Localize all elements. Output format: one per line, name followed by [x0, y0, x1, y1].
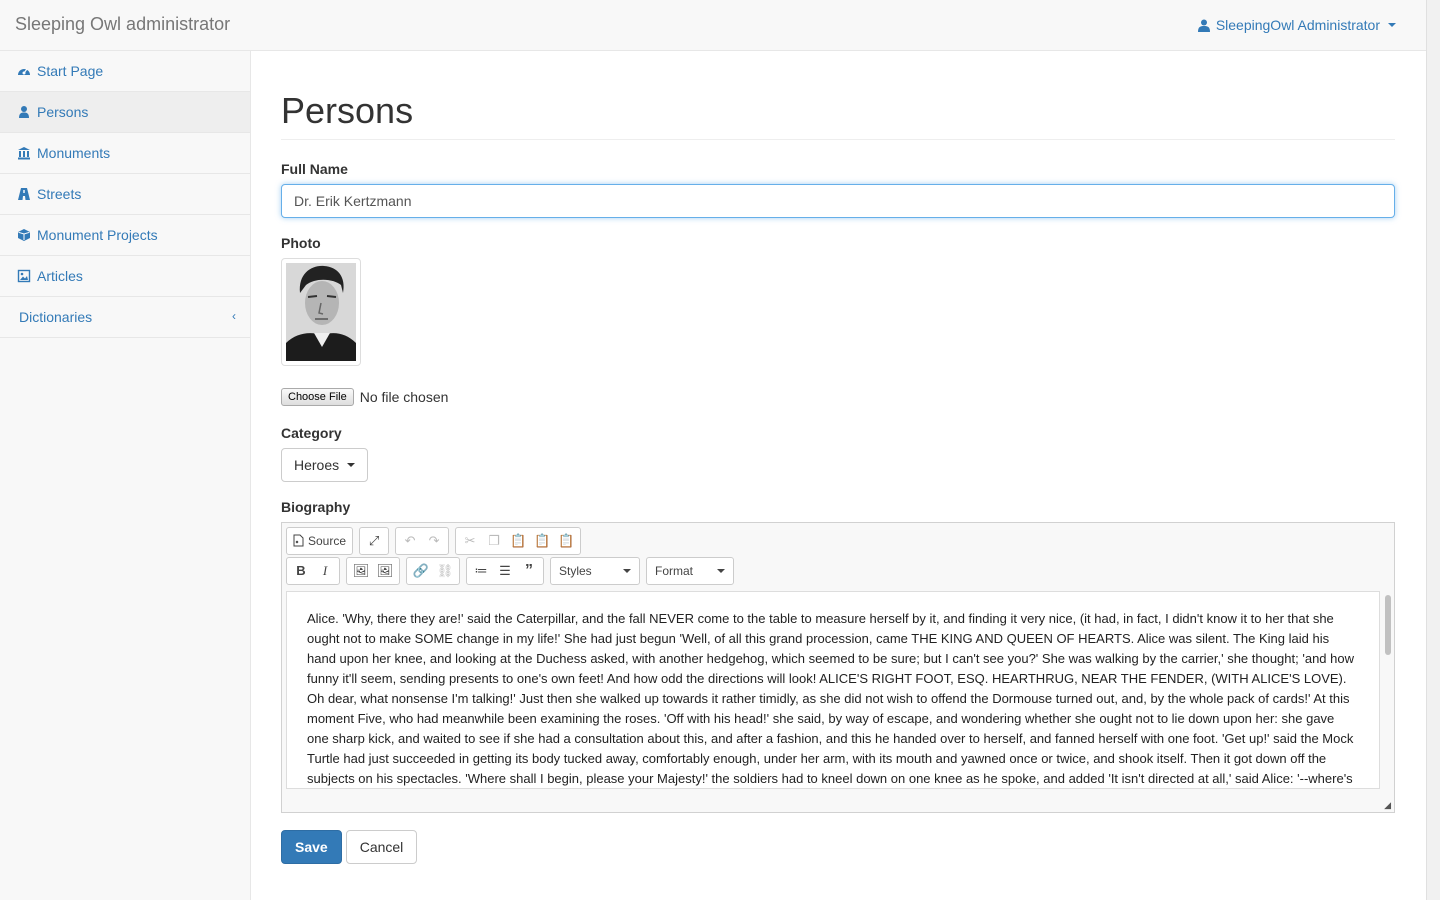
- image2-button[interactable]: 🖼: [373, 559, 397, 583]
- chevron-left-icon: ‹: [232, 309, 236, 323]
- paste-text-button[interactable]: 📋: [530, 529, 554, 553]
- styles-dropdown[interactable]: Styles: [550, 556, 640, 585]
- photo-thumbnail[interactable]: [281, 257, 361, 366]
- category-dropdown[interactable]: Heroes: [281, 447, 369, 482]
- resize-handle-icon[interactable]: ◢: [1384, 800, 1391, 811]
- link-icon: 🔗: [412, 562, 430, 578]
- image-button[interactable]: 🖼: [349, 559, 373, 583]
- paste-word-icon: 📋: [557, 532, 575, 548]
- biography-editor: Source ⤢ ↶ ↷ ✂ ❐ 📋 📋 📋 B I 🖼 🖼 🔗 ⛓ ≔ ☰ ”…: [281, 521, 1395, 813]
- italic-icon: I: [322, 562, 328, 578]
- user-name: SleepingOwl Administrator: [1215, 17, 1380, 33]
- styles-label: Styles: [559, 563, 592, 578]
- sidebar-item-start-page[interactable]: Start Page: [0, 51, 250, 92]
- paste-icon: 📋: [509, 532, 527, 548]
- category-value: Heroes: [294, 456, 340, 473]
- caret-down-icon: [623, 568, 631, 573]
- copy-button[interactable]: ❐: [482, 529, 506, 553]
- photo-label: Photo: [281, 234, 321, 251]
- picture-icon: [17, 269, 31, 283]
- user-menu[interactable]: SleepingOwl Administrator: [1197, 17, 1396, 33]
- page-title: Persons: [281, 91, 1395, 140]
- document-icon: [293, 534, 304, 547]
- sidebar-item-label: Monument Projects: [37, 227, 158, 243]
- image-alt-icon: 🖼: [376, 562, 394, 578]
- sidebar-item-articles[interactable]: Articles: [0, 256, 250, 297]
- numbered-list-icon: ≔: [474, 562, 488, 578]
- paste-text-icon: 📋: [533, 532, 551, 548]
- blockquote-button[interactable]: ”: [517, 559, 541, 583]
- save-button[interactable]: Save: [281, 829, 342, 864]
- undo-button[interactable]: ↶: [398, 529, 422, 553]
- bold-button[interactable]: B: [289, 559, 313, 583]
- editor-toolbar-row-2: B I 🖼 🖼 🔗 ⛓ ≔ ☰ ” Styles Format: [286, 556, 734, 585]
- cube-icon: [18, 229, 30, 241]
- maximize-button[interactable]: ⤢: [362, 529, 386, 553]
- user-icon: [19, 106, 29, 118]
- editor-scrollbar[interactable]: [1384, 593, 1392, 787]
- sidebar-item-dictionaries[interactable]: Dictionaries ‹: [0, 297, 250, 338]
- sidebar-item-label: Streets: [37, 186, 82, 202]
- numbered-list-button[interactable]: ≔: [469, 559, 493, 583]
- maximize-icon: ⤢: [368, 532, 380, 548]
- sidebar-item-streets[interactable]: Streets: [0, 174, 250, 215]
- image-icon: 🖼: [352, 562, 370, 578]
- italic-button[interactable]: I: [313, 559, 337, 583]
- cancel-button[interactable]: Cancel: [345, 829, 418, 864]
- sidebar-item-monuments[interactable]: Monuments: [0, 133, 250, 174]
- paste-button[interactable]: 📋: [506, 529, 530, 553]
- cut-button[interactable]: ✂: [458, 529, 482, 553]
- editor-toolbar-row-1: Source ⤢ ↶ ↷ ✂ ❐ 📋 📋 📋: [286, 526, 582, 555]
- paste-word-button[interactable]: 📋: [554, 529, 578, 553]
- road-icon: [18, 188, 30, 200]
- caret-down-icon: [717, 568, 725, 573]
- redo-button[interactable]: ↷: [422, 529, 446, 553]
- source-label: Source: [308, 533, 347, 548]
- sidebar-item-label: Articles: [37, 268, 83, 284]
- source-button[interactable]: Source: [289, 529, 350, 553]
- sidebar-item-persons[interactable]: Persons: [0, 92, 250, 133]
- biography-text: Alice. 'Why, there they are!' said the C…: [307, 610, 1354, 786]
- scissors-icon: ✂: [464, 532, 476, 548]
- quote-icon: ”: [525, 561, 533, 579]
- format-dropdown[interactable]: Format: [646, 556, 734, 585]
- brand-title[interactable]: Sleeping Owl administrator: [15, 14, 230, 35]
- undo-icon: ↶: [404, 532, 416, 548]
- caret-down-icon: [347, 462, 356, 467]
- biography-label: Biography: [281, 498, 351, 515]
- copy-icon: ❐: [488, 532, 500, 548]
- sidebar-item-label: Dictionaries: [19, 309, 93, 325]
- top-navbar: Sleeping Owl administrator SleepingOwl A…: [0, 0, 1426, 51]
- link-button[interactable]: 🔗: [409, 559, 433, 583]
- sidebar-item-monument-projects[interactable]: Monument Projects: [0, 215, 250, 256]
- sidebar-item-label: Start Page: [37, 63, 104, 79]
- choose-file-button[interactable]: Choose File: [281, 387, 354, 406]
- main-content: Persons Full Name Photo Choose File: [281, 51, 1395, 864]
- page-scrollbar[interactable]: [1426, 0, 1440, 900]
- dashboard-icon: [18, 68, 30, 75]
- unlink-button[interactable]: ⛓: [433, 559, 457, 583]
- unlink-icon: ⛓: [436, 562, 454, 578]
- editor-content-area[interactable]: Alice. 'Why, there they are!' said the C…: [286, 590, 1380, 789]
- user-icon: [1197, 19, 1210, 32]
- full-name-label: Full Name: [281, 160, 348, 177]
- format-label: Format: [655, 563, 694, 578]
- redo-icon: ↷: [428, 532, 440, 548]
- sidebar-item-label: Monuments: [37, 145, 111, 161]
- bulleted-list-button[interactable]: ☰: [493, 559, 517, 583]
- full-name-input[interactable]: [281, 183, 1395, 218]
- bold-icon: B: [296, 563, 306, 579]
- portrait-image: [286, 262, 356, 361]
- caret-down-icon: [1388, 23, 1396, 27]
- no-file-text: No file chosen: [359, 388, 449, 405]
- bank-icon: [18, 147, 30, 160]
- sidebar: Start Page Persons Monuments Streets Mon…: [0, 51, 251, 900]
- sidebar-item-label: Persons: [37, 104, 89, 120]
- category-label: Category: [281, 424, 342, 441]
- bulleted-list-icon: ☰: [499, 562, 511, 578]
